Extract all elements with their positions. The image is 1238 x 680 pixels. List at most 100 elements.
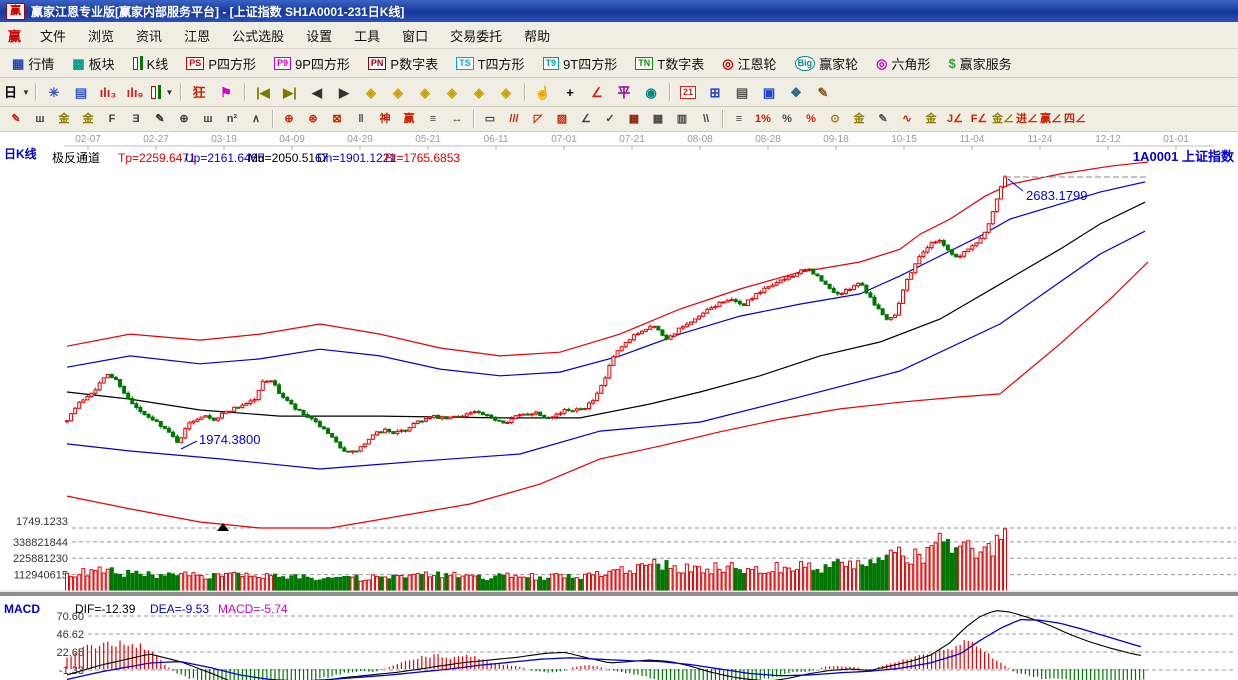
kline-button[interactable]: K线	[125, 51, 177, 76]
grid-box-button[interactable]: ▦	[646, 108, 670, 130]
menu-item-5[interactable]: 设置	[295, 23, 343, 48]
hexagon-button[interactable]: ◎六角形	[868, 51, 938, 76]
shift-right-diamond-button[interactable]: ◈	[385, 79, 411, 105]
gann-web-button[interactable]: ✳	[41, 79, 67, 105]
calendar-button[interactable]: 21	[675, 79, 701, 105]
rect-tool-button[interactable]: ▭	[478, 108, 502, 130]
check-lines-button[interactable]: ✓	[598, 108, 622, 130]
period-day-selector-button[interactable]: 日▼	[4, 79, 30, 105]
angle-fan-button[interactable]: ∠	[574, 108, 598, 130]
winner-service-button[interactable]: $赢家服务	[940, 51, 1019, 76]
compass-cross-button[interactable]: ⊕	[277, 108, 301, 130]
shen-grid-button[interactable]: 神	[373, 108, 397, 130]
width-measure-button[interactable]: ↔	[445, 108, 469, 130]
n-squared-button[interactable]: n²	[220, 108, 244, 130]
diag-lines-button[interactable]: \\	[694, 108, 718, 130]
gold-comb-1-button[interactable]: 金	[52, 108, 76, 130]
step-forward-button[interactable]: ▶	[331, 79, 357, 105]
gold-angle-button[interactable]: 金∠	[991, 108, 1015, 130]
f-angle-button[interactable]: F∠	[967, 108, 991, 130]
jin-angle-button[interactable]: 进∠	[1015, 108, 1039, 130]
board-list-button[interactable]: ▤	[68, 79, 94, 105]
gold-trend-button[interactable]: 金	[919, 108, 943, 130]
menu-item-8[interactable]: 交易委托	[439, 23, 513, 48]
menu-item-3[interactable]: 江恩	[173, 23, 221, 48]
hand-drag-button[interactable]: ☝	[530, 79, 556, 105]
comb-grid-2-button[interactable]: ш	[196, 108, 220, 130]
winner-wheel-button[interactable]: Big赢家轮	[787, 51, 867, 76]
9t-square-button[interactable]: T99T四方形	[535, 51, 626, 76]
9p-square-button[interactable]: P99P四方形	[266, 51, 358, 76]
shift-left-diamond-button[interactable]: ◈	[358, 79, 384, 105]
gann-wheel-button[interactable]: ◎江恩轮	[714, 51, 784, 76]
assistant-button[interactable]: ✎	[810, 79, 836, 105]
calculator-button[interactable]: ⊞	[702, 79, 728, 105]
mini-chart-9-button[interactable]: ılı₉	[122, 79, 148, 105]
comb-grid-button[interactable]: ш	[28, 108, 52, 130]
percent-button[interactable]: %	[775, 108, 799, 130]
menu-item-2[interactable]: 资讯	[125, 23, 173, 48]
goto-last-button[interactable]: ▶|	[277, 79, 303, 105]
notepad-button[interactable]: ▤	[729, 79, 755, 105]
candle-body	[885, 315, 888, 320]
j-angle-button[interactable]: J∠	[943, 108, 967, 130]
corner-fan-button[interactable]: ◸	[526, 108, 550, 130]
e-comb-button[interactable]: Ǝ	[124, 108, 148, 130]
spiral-tool-button[interactable]: ◉	[638, 79, 664, 105]
percent-line-button[interactable]: %	[799, 108, 823, 130]
web-fan-button[interactable]: ▨	[550, 108, 574, 130]
compass-web-button[interactable]: ⊛	[301, 108, 325, 130]
ping-tool-button[interactable]: 平	[611, 79, 637, 105]
gold-line-button[interactable]: 金	[847, 108, 871, 130]
price-levels-button[interactable]: ≡	[727, 108, 751, 130]
fan-lines-button[interactable]: ///	[502, 108, 526, 130]
color-flag-button[interactable]: ⚑	[213, 79, 239, 105]
double-line-button[interactable]: ‖	[349, 108, 373, 130]
crosshair-button[interactable]: +	[557, 79, 583, 105]
grid-dense-button[interactable]: ▦	[622, 108, 646, 130]
draw-pencil-2-button[interactable]: ✎	[148, 108, 172, 130]
price-chart-svg[interactable]: 02-0702-2703-1904-0904-2905-2106-1107-01…	[0, 132, 1238, 680]
compress-h-diamond-button[interactable]: ◈	[439, 79, 465, 105]
time-circle-button[interactable]: ⊕	[172, 108, 196, 130]
ying-angle-button[interactable]: 赢∠	[1039, 108, 1063, 130]
menu-item-0[interactable]: 文件	[29, 23, 77, 48]
title-bar[interactable]: 赢 赢家江恩专业版[赢家内部服务平台] - [上证指数 SH1A0001-231…	[0, 0, 1238, 22]
p-square-button[interactable]: PSP四方形	[178, 51, 264, 76]
menu-item-4[interactable]: 公式选股	[221, 23, 295, 48]
ying-grid-button[interactable]: 赢	[397, 108, 421, 130]
menu-item-6[interactable]: 工具	[343, 23, 391, 48]
compress-all-diamond-button[interactable]: ◈	[493, 79, 519, 105]
pencil-bars-button[interactable]: ✎	[871, 108, 895, 130]
web-square-button[interactable]: ⊠	[325, 108, 349, 130]
sectors-button[interactable]: ▩板块	[64, 51, 122, 76]
kuang-pattern-button[interactable]: 狂	[186, 79, 212, 105]
quotes-button[interactable]: ▦行情	[4, 51, 62, 76]
t-number-table-button[interactable]: TNT数字表	[627, 51, 712, 76]
gold-comb-2-button[interactable]: 金	[76, 108, 100, 130]
expand-h-diamond-button[interactable]: ◈	[412, 79, 438, 105]
one-percent-button[interactable]: 1%	[751, 108, 775, 130]
mirror-angle-button[interactable]: ∧	[244, 108, 268, 130]
goto-first-button[interactable]: |◀	[250, 79, 276, 105]
draw-pencil-button[interactable]: ✎	[4, 108, 28, 130]
si-angle-button[interactable]: 四∠	[1063, 108, 1087, 130]
menu-item-9[interactable]: 帮助	[513, 23, 561, 48]
gold-circle-button[interactable]: ⊙	[823, 108, 847, 130]
f-comb-button[interactable]: F	[100, 108, 124, 130]
p-number-table-button[interactable]: PNP数字表	[360, 51, 446, 76]
candle-style-selector-button[interactable]: ▼	[149, 79, 175, 105]
mini-chart-3-button[interactable]: ılı₃	[95, 79, 121, 105]
expand-all-diamond-button[interactable]: ◈	[466, 79, 492, 105]
grid-cols-button[interactable]: ▥	[670, 108, 694, 130]
t-square-button[interactable]: TST四方形	[448, 51, 532, 76]
angle-measure-button[interactable]: ∠	[584, 79, 610, 105]
save-button[interactable]: ▣	[756, 79, 782, 105]
menu-item-7[interactable]: 窗口	[391, 23, 439, 48]
volume-bar	[498, 574, 501, 591]
menu-item-1[interactable]: 浏览	[77, 23, 125, 48]
wave-tool-button[interactable]: ∿	[895, 108, 919, 130]
ruler-123-button[interactable]: ≡	[421, 108, 445, 130]
step-back-button[interactable]: ◀	[304, 79, 330, 105]
network-button[interactable]: ❖	[783, 79, 809, 105]
